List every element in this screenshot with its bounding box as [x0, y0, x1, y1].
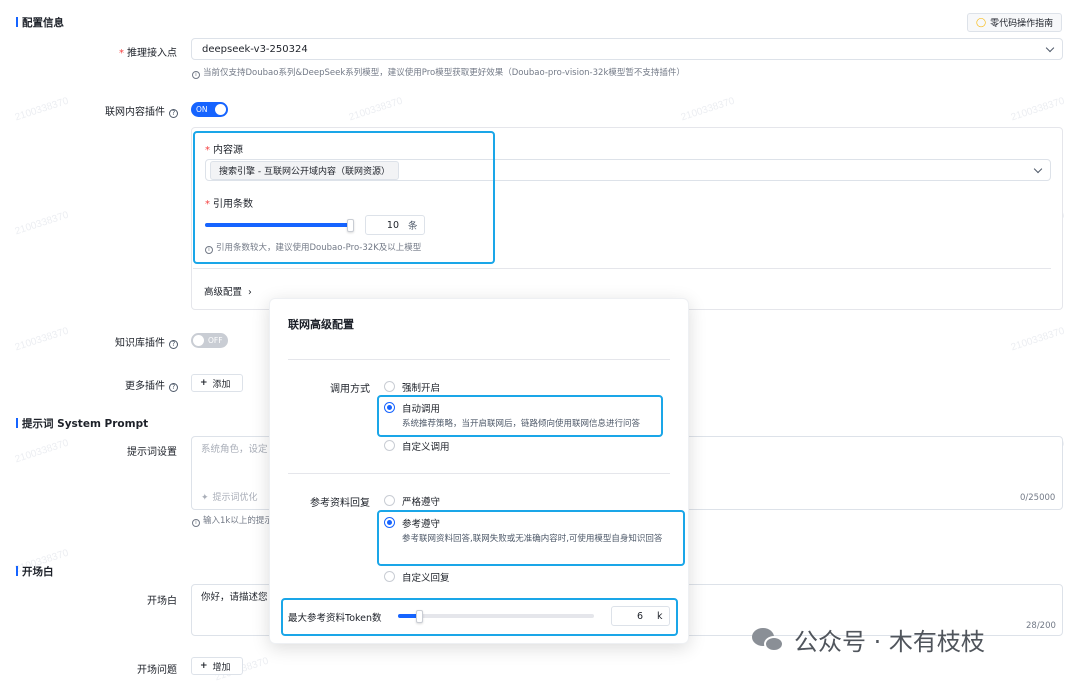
plus-icon: + — [200, 378, 208, 388]
opening-label: 开场白 — [147, 596, 177, 607]
prompt-counter: 0/25000 — [1020, 493, 1056, 503]
kb-plugin-toggle[interactable]: OFF — [191, 333, 228, 348]
source-highlight-box — [193, 131, 495, 264]
toggle-label: ON — [196, 105, 208, 114]
chevron-down-icon — [1045, 43, 1055, 53]
brand-overlay: 公众号 · 木有枝枝 — [752, 622, 985, 657]
watermark-text: 2100338370 — [13, 437, 70, 466]
magic-wand-icon: ✦ — [201, 493, 209, 503]
lightbulb-icon: ◯ — [976, 17, 987, 28]
info-icon: i — [192, 519, 200, 527]
more-plugins-label-text: 更多插件 — [125, 381, 165, 392]
prompt-label: 提示词设置 — [127, 447, 177, 458]
prompt-hint-text: 输入1k以上的提示 — [203, 516, 273, 526]
advanced-config-link[interactable]: 高级配置 › — [204, 284, 252, 298]
radio-force-on[interactable] — [384, 381, 395, 392]
prompt-optimize-button[interactable]: ✦ 提示词优化 — [201, 490, 258, 503]
opening-question-label: 开场问题 — [137, 665, 177, 676]
wechat-icon — [752, 626, 786, 654]
help-icon[interactable]: ? — [169, 340, 178, 349]
help-icon[interactable]: ? — [169, 109, 178, 118]
option-strict[interactable]: 严格遵守 — [402, 494, 440, 508]
help-icon[interactable]: ? — [169, 383, 178, 392]
reference-highlight-box — [377, 510, 685, 566]
panel-divider — [193, 268, 1051, 269]
prompt-optimize-label: 提示词优化 — [212, 493, 258, 503]
chevron-down-icon — [1033, 164, 1043, 174]
max-tokens-highlight-box — [281, 598, 678, 636]
section-title-prompt: 提示词 System Prompt — [16, 416, 148, 431]
prompt-placeholder: 系统角色，设定 — [201, 444, 268, 455]
brand-text: 公众号 · 木有枝枝 — [794, 628, 985, 656]
option-custom-reply[interactable]: 自定义回复 — [402, 570, 450, 584]
radio-custom-call[interactable] — [384, 440, 395, 451]
toggle-knob — [215, 104, 226, 115]
radio-strict[interactable] — [384, 495, 395, 506]
option-custom-call[interactable]: 自定义调用 — [402, 439, 450, 453]
watermark-text: 2100338370 — [1009, 95, 1066, 124]
watermark-text: 2100338370 — [13, 325, 70, 354]
add-plugin-button[interactable]: + 添加 — [191, 374, 243, 392]
opening-counter: 28/200 — [1026, 621, 1056, 631]
toggle-knob — [193, 335, 204, 346]
call-mode-label: 调用方式 — [330, 384, 370, 395]
toggle-label: OFF — [208, 336, 223, 345]
add-question-button[interactable]: + 增加 — [191, 657, 243, 675]
chevron-right-icon: › — [248, 287, 252, 298]
web-plugin-toggle[interactable]: ON — [191, 102, 228, 117]
watermark-text: 2100338370 — [13, 95, 70, 124]
endpoint-label: * 推理接入点 — [119, 48, 177, 59]
guide-button[interactable]: ◯ 零代码操作指南 — [967, 13, 1063, 32]
endpoint-label-text: 推理接入点 — [127, 48, 177, 59]
option-force-on[interactable]: 强制开启 — [402, 380, 440, 394]
add-plugin-label: 添加 — [212, 379, 231, 390]
kb-plugin-label: 知识库插件? — [90, 334, 178, 349]
guide-button-label: 零代码操作指南 — [990, 19, 1054, 29]
endpoint-hint-text: 当前仅支持Doubao系列&DeepSeek系列模型，建议使用Pro模型获取更好… — [203, 68, 685, 78]
prompt-hint: i 输入1k以上的提示 — [192, 514, 273, 527]
add-question-label: 增加 — [212, 662, 231, 673]
kb-plugin-label-text: 知识库插件 — [115, 338, 165, 349]
popover-divider — [288, 359, 670, 360]
advanced-config-popover: 联网高级配置 调用方式 强制开启 自动调用 系统推荐策略，当开启联网后，链路倾向… — [269, 298, 689, 644]
section-title-opening: 开场白 — [16, 564, 54, 579]
endpoint-select-value: deepseek-v3-250324 — [202, 43, 308, 55]
more-plugins-label: 更多插件? — [90, 377, 178, 392]
plus-icon: + — [200, 661, 208, 671]
endpoint-select[interactable]: deepseek-v3-250324 — [191, 38, 1063, 60]
opening-value: 你好，请描述您 — [201, 592, 268, 603]
web-plugin-label: 联网内容插件? — [90, 103, 178, 118]
endpoint-hint: i 当前仅支持Doubao系列&DeepSeek系列模型，建议使用Pro模型获取更… — [192, 66, 685, 79]
info-icon: i — [192, 71, 200, 79]
section-title-config: 配置信息 — [16, 15, 64, 30]
watermark-text: 2100338370 — [679, 95, 736, 124]
watermark-text: 2100338370 — [1009, 325, 1066, 354]
call-mode-highlight-box — [377, 395, 663, 437]
popover-title: 联网高级配置 — [288, 318, 354, 331]
radio-custom-reply[interactable] — [384, 571, 395, 582]
watermark-text: 2100338370 — [13, 209, 70, 238]
advanced-config-label: 高级配置 — [204, 287, 243, 298]
watermark-text: 2100338370 — [347, 95, 404, 124]
popover-divider — [288, 473, 670, 474]
web-plugin-label-text: 联网内容插件 — [105, 107, 165, 118]
reference-label: 参考资料回复 — [310, 498, 370, 509]
